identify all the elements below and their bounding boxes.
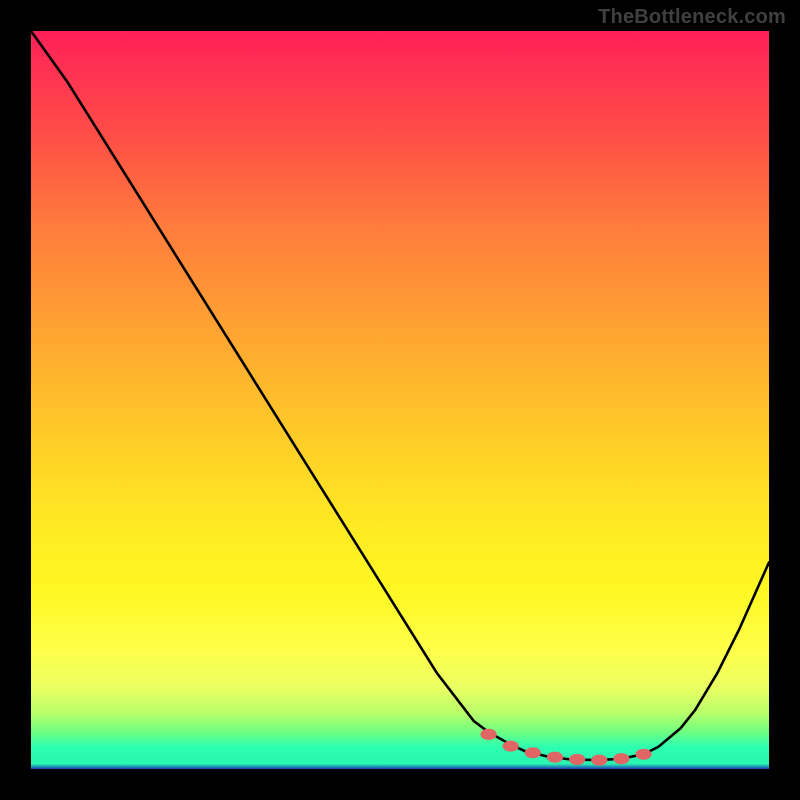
optimum-marker-dot [503, 741, 519, 752]
plot-area [31, 31, 769, 769]
optimum-marker-dot [480, 729, 496, 740]
optimum-marker-dot [525, 747, 541, 758]
optimum-marker-dot [569, 754, 585, 765]
optimum-marker-dot [613, 753, 629, 764]
optimum-marker-dot [635, 749, 651, 760]
optimum-marker-dot [591, 755, 607, 766]
watermark-text: TheBottleneck.com [598, 6, 786, 29]
chart-frame: TheBottleneck.com [0, 0, 800, 800]
optimum-marker-dot [547, 752, 563, 763]
optimum-markers [31, 31, 769, 769]
